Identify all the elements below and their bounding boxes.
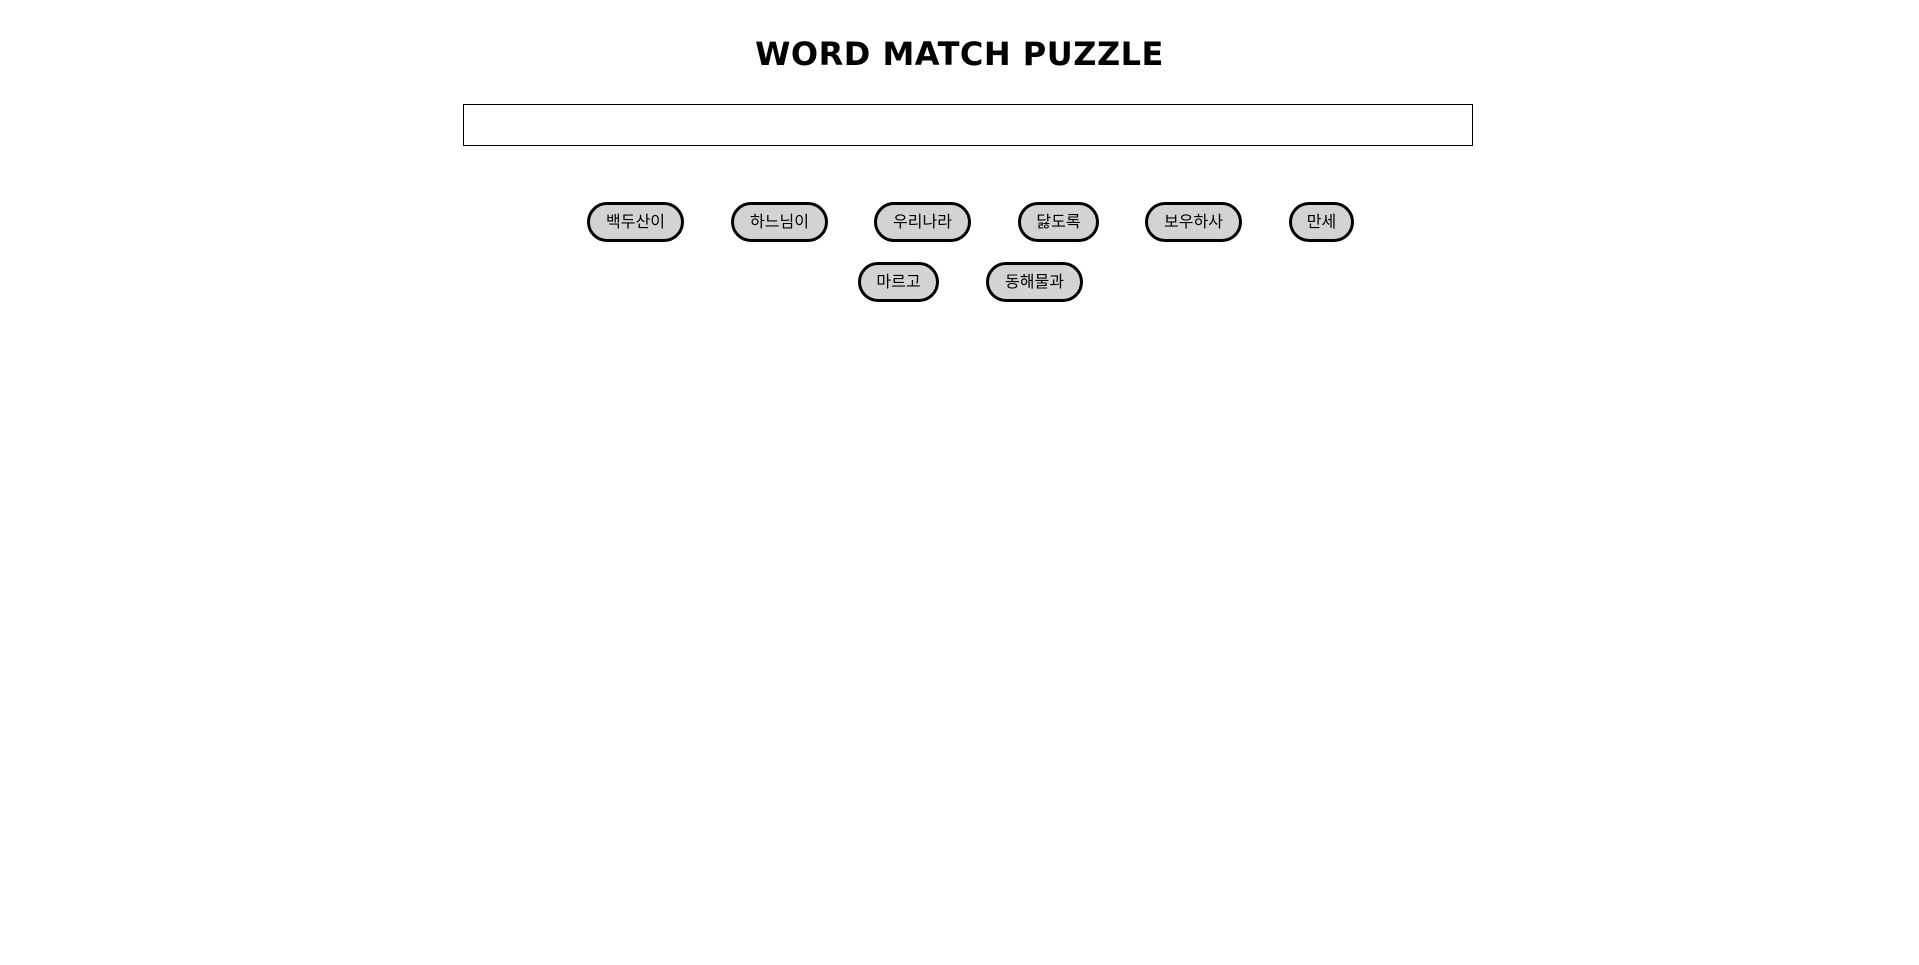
word-tile[interactable]: 우리나라	[874, 202, 971, 242]
word-tile[interactable]: 만세	[1289, 202, 1354, 242]
word-tile[interactable]: 보우하사	[1145, 202, 1242, 242]
word-tile[interactable]: 마르고	[858, 262, 939, 302]
word-tiles: 백두산이 하느님이 우리나라 닳도록 보우하사 만세 마르고 동해물과	[0, 0, 1919, 965]
word-tile[interactable]: 동해물과	[986, 262, 1083, 302]
word-tile[interactable]: 하느님이	[731, 202, 828, 242]
word-tile[interactable]: 백두산이	[587, 202, 684, 242]
puzzle-page: WORD MATCH PUZZLE 백두산이 하느님이 우리나라 닳도록 보우하…	[0, 0, 1919, 965]
word-tile[interactable]: 닳도록	[1018, 202, 1099, 242]
